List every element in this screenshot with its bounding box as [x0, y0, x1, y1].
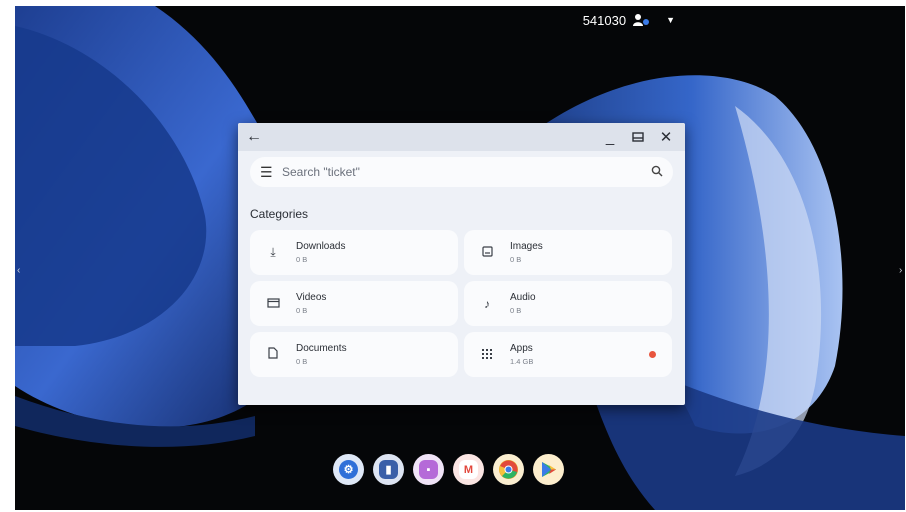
- files-app-icon[interactable]: ▮: [373, 454, 404, 485]
- video-icon: [256, 297, 290, 311]
- category-card-images[interactable]: Images 0 B: [464, 230, 672, 275]
- user-account-icon[interactable]: [632, 13, 652, 27]
- chrome-app-icon[interactable]: [493, 454, 524, 485]
- category-label: Images: [510, 240, 543, 252]
- desktop-screen: 541030 ▼ ‹ › ← _ ✕ ☰ Search "ticket" Cat…: [15, 6, 905, 510]
- right-edge-handle-icon[interactable]: ›: [899, 260, 903, 282]
- search-icon[interactable]: [651, 164, 663, 180]
- category-card-downloads[interactable]: ⤓ Downloads 0 B: [250, 230, 458, 275]
- category-label: Apps: [510, 342, 533, 354]
- search-bar[interactable]: ☰ Search "ticket": [250, 157, 673, 187]
- category-label: Documents: [296, 342, 347, 354]
- left-edge-handle-icon[interactable]: ‹: [17, 260, 21, 282]
- hamburger-menu-icon[interactable]: ☰: [260, 164, 282, 181]
- status-clock: 541030: [582, 12, 627, 28]
- document-icon: [256, 347, 290, 362]
- music-note-icon: ♪: [484, 296, 490, 311]
- category-size: 0 B: [296, 254, 308, 264]
- category-card-videos[interactable]: Videos 0 B: [250, 281, 458, 326]
- image-icon: [470, 245, 504, 260]
- status-bar: 541030 ▼: [583, 10, 675, 30]
- categories-grid: ⤓ Downloads 0 B Images 0 B Videos 0 B ♪ …: [250, 230, 673, 377]
- download-icon: ⤓: [270, 245, 276, 259]
- category-size: 0 B: [510, 305, 522, 315]
- app-dock: ⚙ ▮ ▪ M: [333, 454, 564, 485]
- gmail-app-icon[interactable]: M: [453, 454, 484, 485]
- close-icon[interactable]: ✕: [655, 128, 677, 146]
- minimize-icon[interactable]: _: [599, 129, 621, 146]
- category-label: Audio: [510, 291, 536, 303]
- apps-grid-icon: [470, 348, 504, 362]
- window-titlebar: ← _ ✕: [238, 123, 685, 151]
- settings-app-icon[interactable]: ⚙: [333, 454, 364, 485]
- files-window: ← _ ✕ ☰ Search "ticket" Categories ⤓ Dow…: [238, 123, 685, 405]
- notification-dot: [649, 351, 656, 358]
- search-placeholder[interactable]: Search "ticket": [282, 165, 651, 179]
- category-card-audio[interactable]: ♪ Audio 0 B: [464, 281, 672, 326]
- category-label: Videos: [296, 291, 327, 303]
- category-card-documents[interactable]: Documents 0 B: [250, 332, 458, 377]
- category-size: 0 B: [510, 254, 522, 264]
- category-label: Downloads: [296, 240, 346, 252]
- dropdown-caret-icon[interactable]: ▼: [666, 15, 675, 25]
- category-size: 0 B: [296, 305, 308, 315]
- category-size: 0 B: [296, 356, 308, 366]
- section-title-categories: Categories: [250, 207, 309, 221]
- back-arrow-icon[interactable]: ←: [246, 128, 266, 146]
- category-size: 1.4 GB: [510, 356, 534, 366]
- gallery-app-icon[interactable]: ▪: [413, 454, 444, 485]
- maximize-icon[interactable]: [627, 129, 649, 146]
- play-store-app-icon[interactable]: [533, 454, 564, 485]
- category-card-apps[interactable]: Apps 1.4 GB: [464, 332, 672, 377]
